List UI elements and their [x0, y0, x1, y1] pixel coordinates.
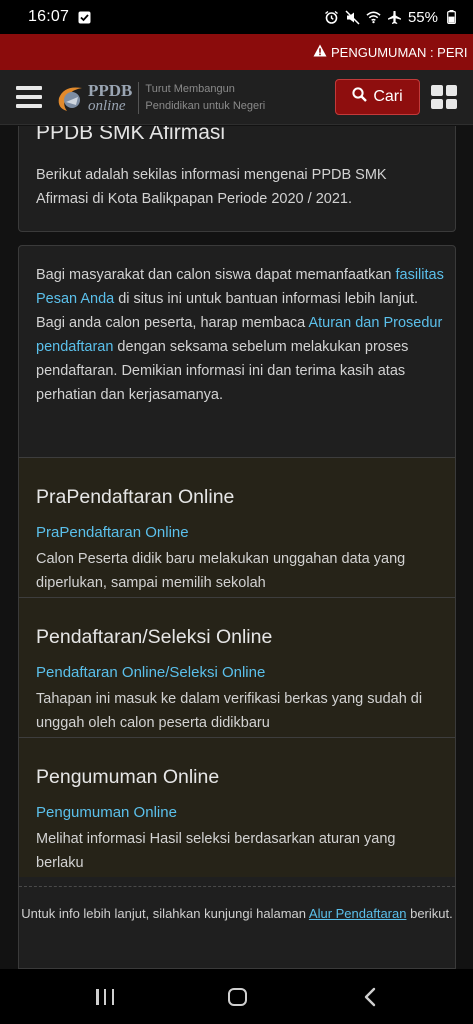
alarm-icon — [324, 10, 339, 25]
status-time: 16:07 — [28, 8, 70, 25]
step-title: Pengumuman Online — [36, 766, 220, 788]
footer-text-after: berikut. — [406, 906, 453, 921]
mute-icon — [345, 9, 360, 25]
logo-separator — [138, 82, 140, 114]
step-description: Calon Peserta didik baru melakukan ungga… — [36, 551, 406, 591]
step-link-prapendaftaran[interactable]: PraPendaftaran Online — [36, 524, 189, 541]
hamburger-menu-icon[interactable] — [16, 86, 42, 108]
search-icon — [352, 87, 368, 107]
footer-note: Untuk info lebih lanjut, silahkan kunjun… — [19, 886, 455, 926]
step-pengumuman: Pengumuman Online Pengumuman Online Meli… — [19, 737, 455, 877]
step-title: Pendaftaran/Seleksi Online — [36, 626, 273, 648]
info-text: Bagi masyarakat dan calon siswa dapat me… — [36, 263, 446, 407]
wifi-icon — [366, 10, 381, 25]
alur-pendaftaran-link[interactable]: Alur Pendaftaran — [309, 906, 407, 921]
step-description: Tahapan ini masuk ke dalam verifikasi be… — [36, 691, 423, 731]
logo-online-text: online — [88, 98, 126, 114]
battery-percent: 55% — [407, 8, 438, 26]
status-bar: 16:07 55% — [0, 0, 473, 34]
tagline-line-1: Turut Membangun — [145, 83, 235, 95]
battery-icon — [444, 10, 459, 25]
system-nav-bar — [0, 969, 473, 1024]
info-text-part-1: Bagi masyarakat dan calon siswa dapat me… — [36, 267, 396, 283]
step-link-pengumuman[interactable]: Pengumuman Online — [36, 804, 177, 821]
home-icon[interactable] — [228, 988, 247, 1006]
step-pendaftaran-seleksi: Pendaftaran/Seleksi Online Pendaftaran O… — [19, 597, 455, 737]
announcement-text: PENGUMUMAN : PERI — [331, 44, 468, 60]
warning-icon — [313, 44, 327, 60]
footer-text-before: Untuk info lebih lanjut, silahkan kunjun… — [21, 906, 309, 921]
step-link-pendaftaran-seleksi[interactable]: Pendaftaran Online/Seleksi Online — [36, 664, 265, 681]
airplane-icon — [387, 10, 402, 25]
site-logo[interactable]: PPDB online Turut Membangun Pendidikan u… — [56, 78, 265, 118]
logo-emblem-icon — [56, 83, 86, 113]
site-header: PPDB online Turut Membangun Pendidikan u… — [0, 70, 473, 125]
search-button-label: Cari — [373, 88, 403, 105]
step-description: Melihat informasi Hasil seleksi berdasar… — [36, 831, 396, 871]
recent-apps-icon[interactable] — [96, 989, 114, 1005]
info-card: Bagi masyarakat dan calon siswa dapat me… — [18, 245, 456, 969]
main-content[interactable]: PPDB SMK Afirmasi Berikut adalah sekilas… — [0, 126, 473, 969]
back-icon[interactable] — [362, 987, 378, 1007]
logo-ppdb-text: PPDB — [88, 81, 133, 100]
search-button[interactable]: Cari — [335, 79, 420, 115]
intro-text: Berikut adalah sekilas informasi mengena… — [36, 167, 387, 207]
step-title: PraPendaftaran Online — [36, 486, 235, 508]
intro-card: PPDB SMK Afirmasi Berikut adalah sekilas… — [18, 126, 456, 232]
step-prapendaftaran: PraPendaftaran Online PraPendaftaran Onl… — [19, 457, 455, 597]
announcement-bar[interactable]: PENGUMUMAN : PERI — [0, 34, 473, 70]
tagline-line-2: Pendidikan untuk Negeri — [145, 100, 266, 112]
page-title: PPDB SMK Afirmasi — [36, 126, 226, 144]
grid-menu-icon[interactable] — [431, 85, 457, 109]
checkbox-icon — [77, 10, 92, 25]
